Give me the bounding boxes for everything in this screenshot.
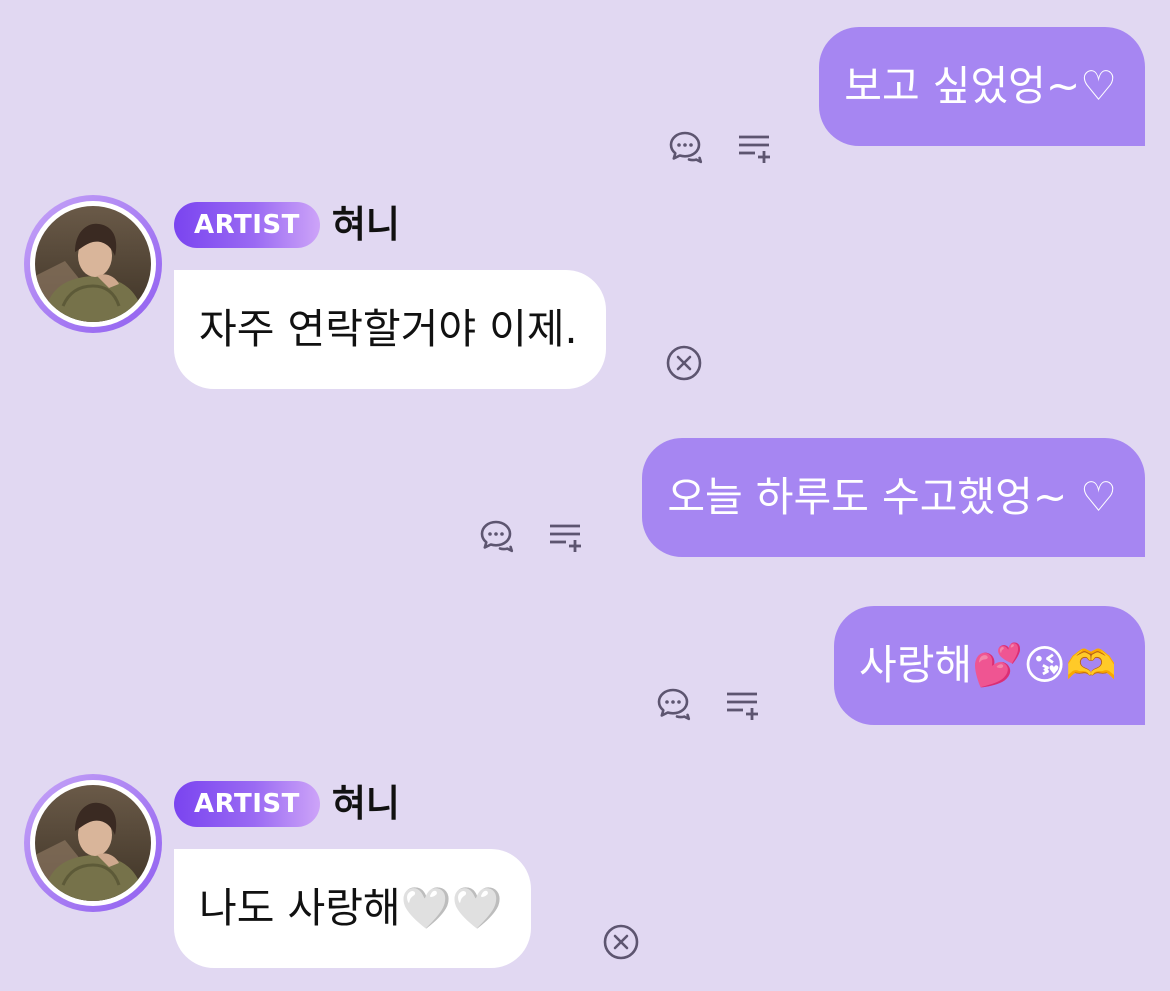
artist-badge: ARTIST	[174, 202, 320, 248]
artist-badge: ARTIST	[174, 781, 320, 827]
artist-message-bubble[interactable]: 나도 사랑해🤍🤍	[174, 849, 531, 968]
fan-message-bubble[interactable]: 보고 싶었엉~♡	[819, 27, 1145, 146]
fan-message-row: 사랑해💕😘🫶	[0, 606, 1170, 726]
artist-name[interactable]: 혀니	[332, 781, 400, 827]
fan-message-bubble[interactable]: 오늘 하루도 수고했엉~ ♡	[642, 438, 1145, 557]
message-actions	[665, 127, 775, 167]
artist-name[interactable]: 혀니	[332, 202, 400, 248]
artist-name-line: ARTIST 혀니	[174, 202, 400, 248]
playlist-add-icon[interactable]	[546, 516, 586, 556]
avatar[interactable]	[24, 774, 162, 912]
artist-avatar-image	[35, 206, 151, 322]
fan-message-row: 오늘 하루도 수고했엉~ ♡	[0, 438, 1170, 558]
message-actions	[476, 516, 586, 556]
close-circle-icon[interactable]	[665, 344, 703, 382]
chat-thread: 보고 싶었엉~♡ ARTIST 혀니 자주 연락할거야 이제. 오늘 하루도 수…	[0, 0, 1170, 991]
artist-message-row: ARTIST 혀니 자주 연락할거야 이제.	[0, 195, 1170, 395]
message-actions	[653, 684, 763, 724]
fan-message-bubble[interactable]: 사랑해💕😘🫶	[833, 606, 1145, 725]
chat-bubble-icon[interactable]	[665, 127, 705, 167]
close-circle-icon[interactable]	[602, 923, 640, 961]
artist-name-line: ARTIST 혀니	[174, 781, 400, 827]
artist-avatar-image	[35, 785, 151, 901]
chat-bubble-icon[interactable]	[653, 684, 693, 724]
avatar[interactable]	[24, 195, 162, 333]
artist-message-row: ARTIST 혀니 나도 사랑해🤍🤍	[0, 774, 1170, 974]
playlist-add-icon[interactable]	[735, 127, 775, 167]
artist-message-bubble[interactable]: 자주 연락할거야 이제.	[174, 270, 606, 389]
fan-message-row: 보고 싶었엉~♡	[0, 27, 1170, 164]
chat-bubble-icon[interactable]	[476, 516, 516, 556]
playlist-add-icon[interactable]	[723, 684, 763, 724]
